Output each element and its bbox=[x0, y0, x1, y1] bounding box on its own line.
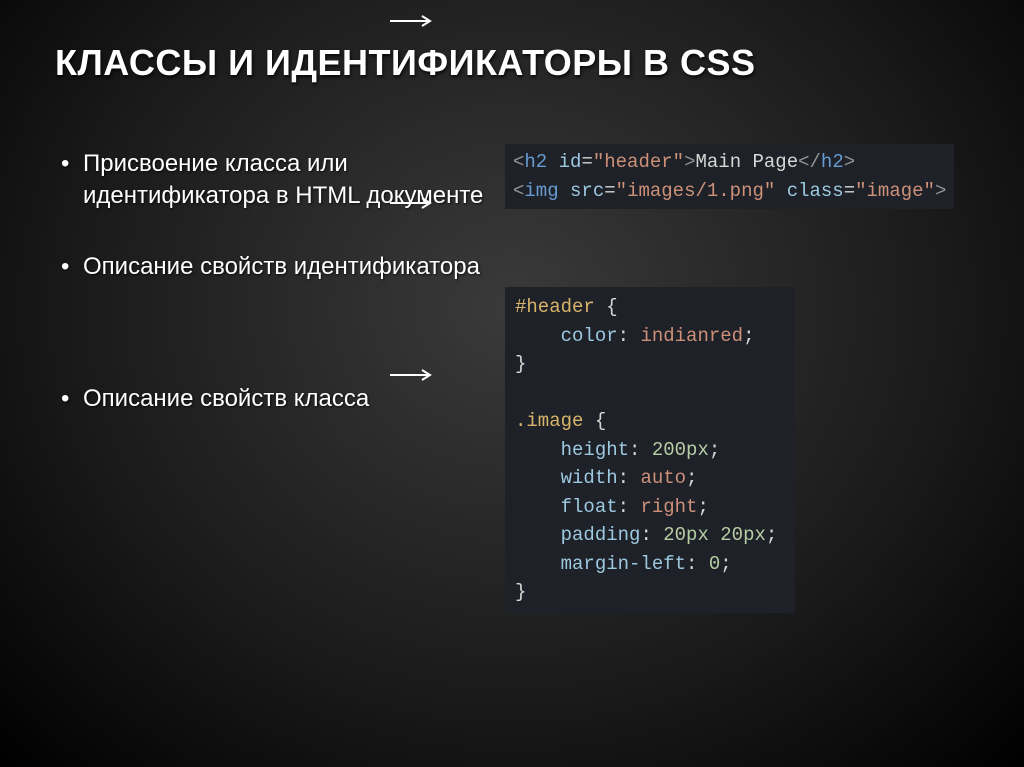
code-token: { bbox=[595, 296, 618, 318]
code-token: id bbox=[559, 151, 582, 173]
code-token: : bbox=[618, 496, 641, 518]
code-token: : bbox=[686, 553, 709, 575]
code-token: ; bbox=[720, 553, 731, 575]
code-token: </ bbox=[798, 151, 821, 173]
code-token: img bbox=[524, 180, 558, 202]
code-token: : bbox=[629, 439, 652, 461]
code-token: color bbox=[561, 325, 618, 347]
code-token: class bbox=[787, 180, 844, 202]
code-token: images/1.png bbox=[627, 180, 764, 202]
arrow-icon bbox=[390, 368, 436, 382]
code-token: { bbox=[583, 410, 606, 432]
bullet-item-2: Описание свойств идентификатора bbox=[55, 251, 485, 283]
code-token: ; bbox=[697, 496, 708, 518]
code-token bbox=[515, 496, 561, 518]
code-token: width bbox=[561, 467, 618, 489]
code-token: = bbox=[844, 180, 855, 202]
code-token: margin-left bbox=[561, 553, 686, 575]
code-token bbox=[515, 325, 561, 347]
code-token: 0 bbox=[709, 553, 720, 575]
code-token: ; bbox=[743, 325, 754, 347]
code-token: #header bbox=[515, 296, 595, 318]
code-html-snippet: <h2 id="header">Main Page</h2> <img src=… bbox=[505, 144, 954, 209]
code-token: } bbox=[515, 353, 526, 375]
bullet-item-3: Описание свойств класса bbox=[55, 383, 485, 415]
code-token: > bbox=[844, 151, 855, 173]
code-token bbox=[775, 180, 786, 202]
code-token: auto bbox=[640, 467, 686, 489]
code-token: " bbox=[924, 180, 935, 202]
code-token bbox=[515, 439, 561, 461]
code-token: right bbox=[640, 496, 697, 518]
slide: КЛАССЫ И ИДЕНТИФИКАТОРЫ В CSS Присвоение… bbox=[0, 0, 1024, 767]
code-token bbox=[547, 151, 558, 173]
code-token: image bbox=[867, 180, 924, 202]
code-token bbox=[515, 524, 561, 546]
slide-content: Присвоение класса или идентификатора в H… bbox=[55, 144, 969, 613]
code-token bbox=[515, 553, 561, 575]
code-token: ; bbox=[709, 439, 720, 461]
code-token: h2 bbox=[821, 151, 844, 173]
code-token: 200px bbox=[652, 439, 709, 461]
code-token: < bbox=[513, 180, 524, 202]
code-token: float bbox=[561, 496, 618, 518]
code-token: " bbox=[673, 151, 684, 173]
code-token: height bbox=[561, 439, 629, 461]
code-token: indianred bbox=[640, 325, 743, 347]
code-token: : bbox=[618, 325, 641, 347]
code-token: : bbox=[618, 467, 641, 489]
right-column: <h2 id="header">Main Page</h2> <img src=… bbox=[505, 144, 969, 613]
code-token bbox=[559, 180, 570, 202]
code-token: > bbox=[684, 151, 695, 173]
arrow-icon bbox=[390, 14, 436, 28]
code-token: padding bbox=[561, 524, 641, 546]
code-token: src bbox=[570, 180, 604, 202]
code-token: ; bbox=[686, 467, 697, 489]
code-token: < bbox=[513, 151, 524, 173]
code-token: header bbox=[604, 151, 672, 173]
code-token: " bbox=[764, 180, 775, 202]
code-token: " bbox=[855, 180, 866, 202]
code-token: } bbox=[515, 581, 526, 603]
slide-title: КЛАССЫ И ИДЕНТИФИКАТОРЫ В CSS bbox=[55, 42, 969, 84]
code-token: Main Page bbox=[695, 151, 798, 173]
code-token bbox=[515, 467, 561, 489]
code-token: " bbox=[616, 180, 627, 202]
code-token: .image bbox=[515, 410, 583, 432]
code-css-snippet: #header { color: indianred; } .image { h… bbox=[505, 287, 795, 613]
code-token: : bbox=[640, 524, 663, 546]
code-token: = bbox=[604, 180, 615, 202]
code-token: = bbox=[581, 151, 592, 173]
arrow-icon bbox=[390, 196, 436, 210]
code-token: " bbox=[593, 151, 604, 173]
code-token: 20px 20px bbox=[663, 524, 766, 546]
code-token: h2 bbox=[524, 151, 547, 173]
code-token: ; bbox=[766, 524, 777, 546]
code-token: > bbox=[935, 180, 946, 202]
